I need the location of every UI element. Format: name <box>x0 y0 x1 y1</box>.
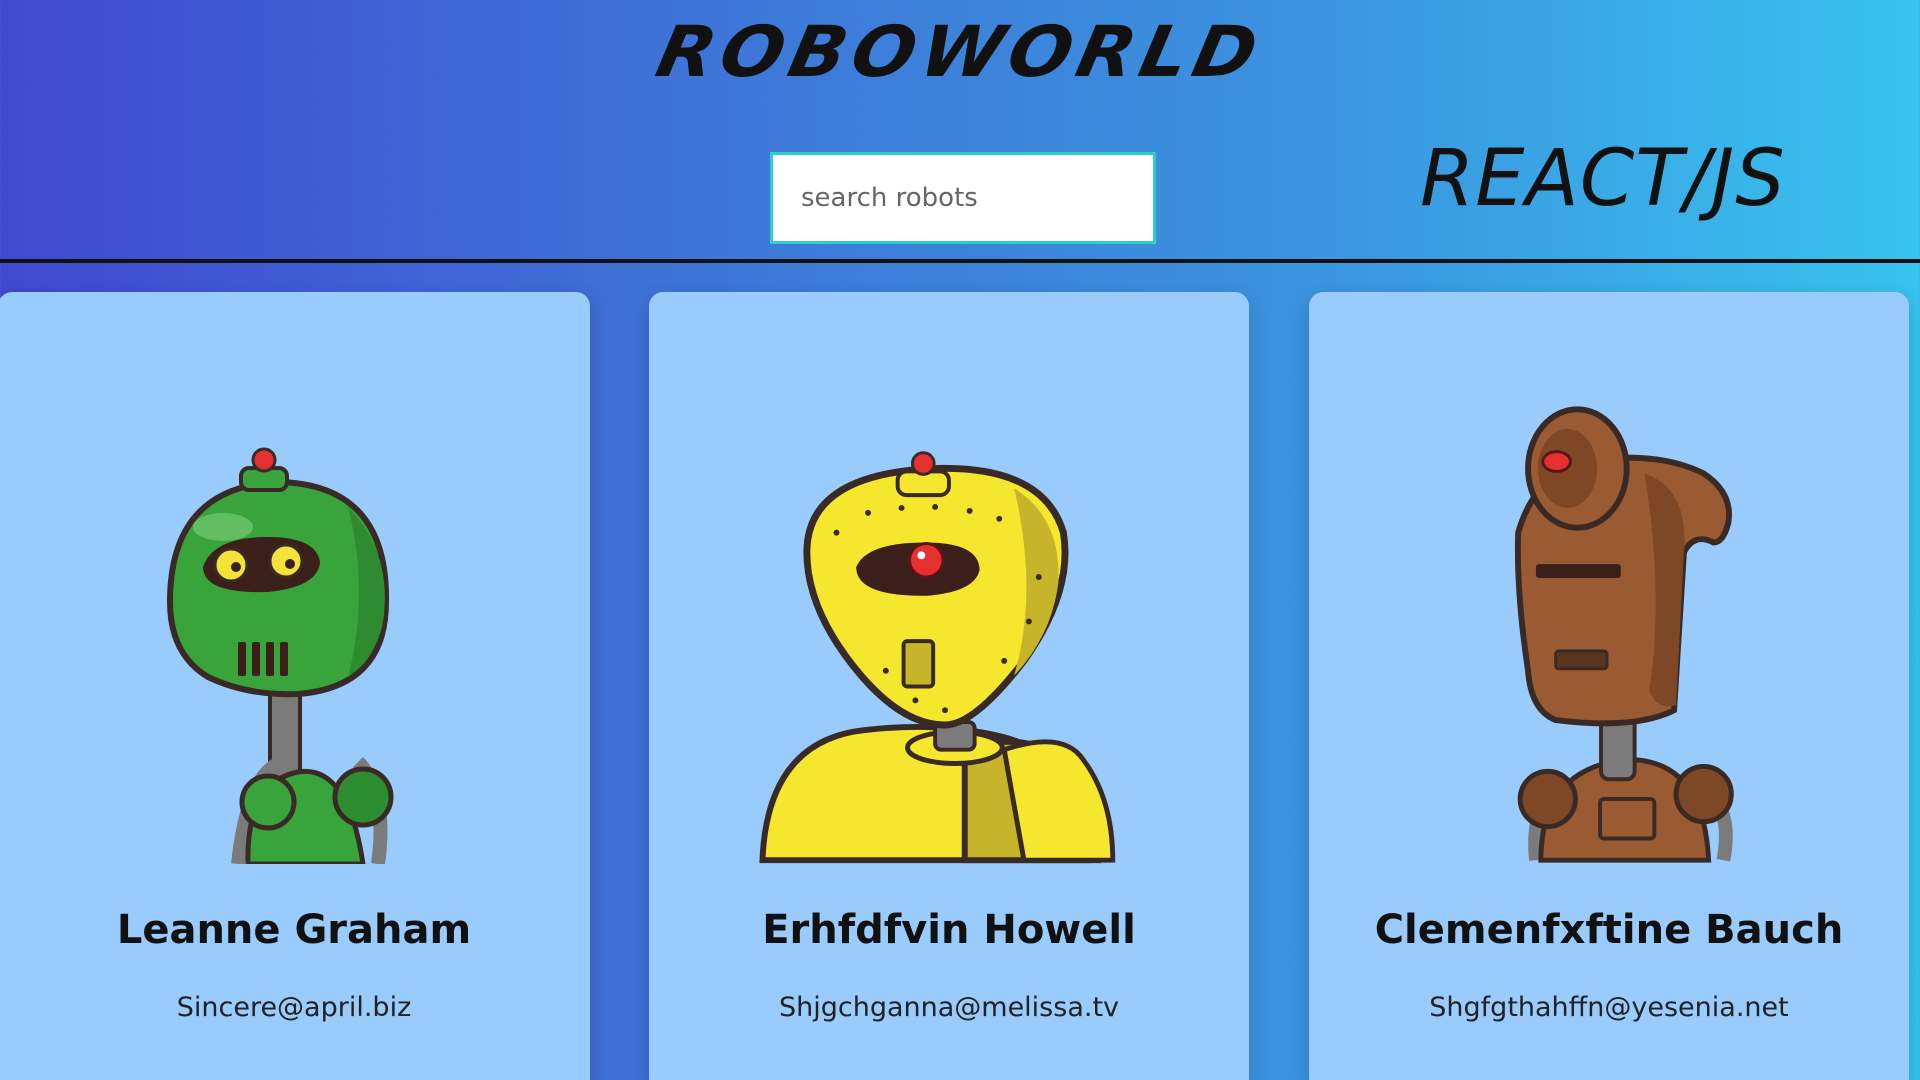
header-divider <box>0 259 1920 263</box>
robot-email: Sincere@april.biz <box>176 992 412 1023</box>
search-input[interactable] <box>770 152 1156 244</box>
brown-robot-avatar-icon <box>1514 406 1734 863</box>
app-logo: ROBOWORLD <box>649 11 1271 93</box>
robot-card[interactable]: Clemenfxftine Bauch Shgfgthahffn@yesenia… <box>1309 292 1909 1080</box>
robot-name: Leanne Graham <box>116 907 472 953</box>
app-header: ROBOWORLD REACT/JS <box>0 0 1920 260</box>
robot-email: Shgfgthahffn@yesenia.net <box>1429 992 1789 1023</box>
yellow-robot-avatar-icon <box>759 451 1116 864</box>
robot-name: Clemenfxftine Bauch <box>1374 907 1844 953</box>
robot-card[interactable]: Erhfdfvin Howell Shjgchganna@melissa.tv <box>649 292 1249 1080</box>
robot-name: Erhfdfvin Howell <box>762 907 1136 953</box>
robot-email: Shjgchganna@melissa.tv <box>778 992 1120 1023</box>
green-robot-avatar-icon <box>166 447 394 864</box>
tech-label: REACT/JS <box>1420 134 1786 224</box>
robot-card[interactable]: Leanne Graham Sincere@april.biz <box>0 292 590 1080</box>
